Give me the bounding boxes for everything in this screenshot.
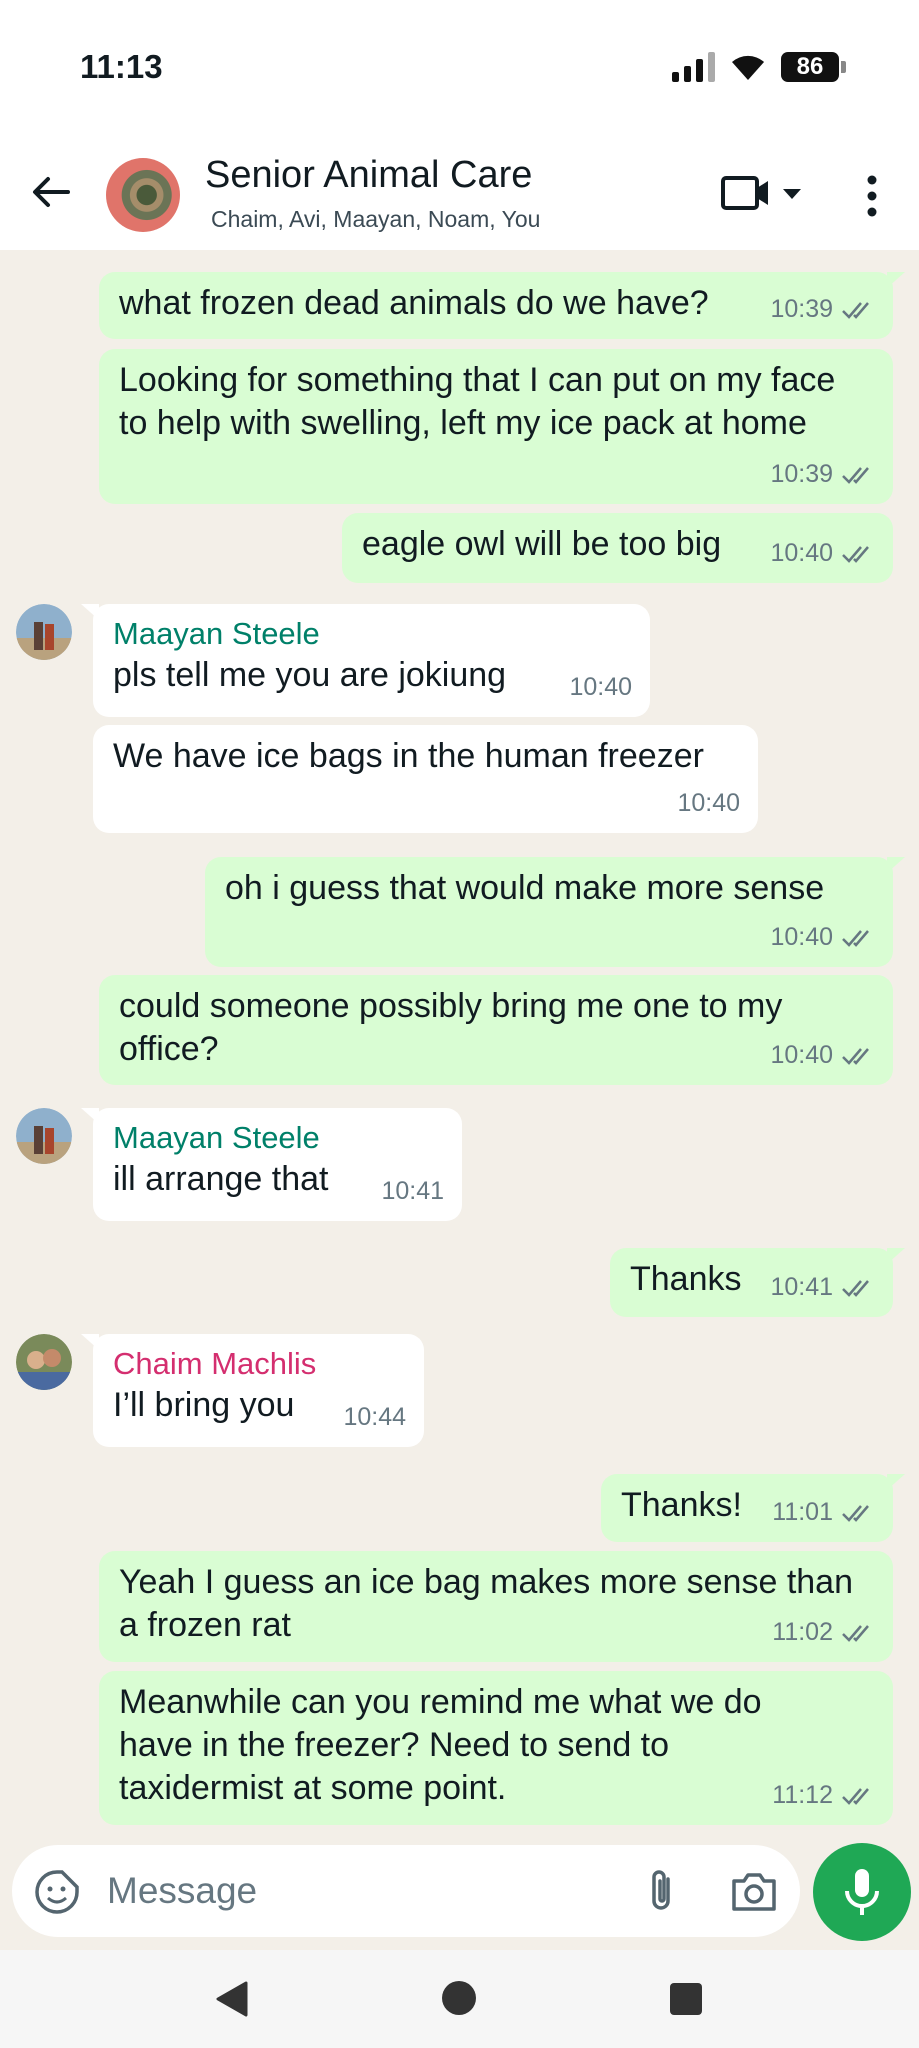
message-text: oh i guess that would make more sense (225, 869, 825, 907)
message-time: 10:44 (343, 1403, 406, 1431)
sender-avatar[interactable] (16, 1108, 72, 1164)
message-input[interactable] (107, 1863, 607, 1919)
message-time: 10:41 (381, 1177, 444, 1205)
message-composer (12, 1845, 800, 1937)
message-meta: 10:39 (770, 453, 875, 496)
read-ticks-icon (842, 301, 869, 319)
mic-icon (845, 1869, 879, 1915)
read-ticks-icon (842, 1279, 869, 1297)
message-outgoing[interactable]: Looking for something that I can put on … (99, 349, 893, 504)
message-time: 10:40 (770, 923, 833, 951)
read-ticks-icon (842, 466, 869, 484)
camera-icon[interactable] (730, 1869, 778, 1913)
video-call-icon[interactable] (720, 174, 806, 214)
message-text: Meanwhile can you remind me what we do h… (119, 1683, 762, 1807)
message-meta: 10:40 (569, 666, 632, 709)
message-time: 11:01 (772, 1498, 833, 1526)
message-outgoing[interactable]: Meanwhile can you remind me what we do h… (99, 1671, 893, 1825)
message-text: Looking for something that I can put on … (119, 361, 836, 442)
message-time: 10:40 (770, 539, 833, 567)
message-time: 10:39 (770, 295, 833, 323)
chat-header: Senior Animal Care Chaim, Avi, Maayan, N… (0, 140, 919, 250)
group-avatar[interactable] (106, 158, 180, 232)
back-arrow-icon[interactable] (28, 170, 72, 214)
message-outgoing[interactable]: eagle owl will be too big 10:40 (342, 513, 893, 583)
chat-title[interactable]: Senior Animal Care (205, 154, 532, 197)
read-ticks-icon (842, 1047, 869, 1065)
message-time: 11:12 (772, 1781, 833, 1809)
signal-icon (672, 52, 715, 82)
read-ticks-icon (842, 1504, 869, 1522)
message-incoming[interactable]: Maayan Steele ill arrange that 10:41 (81, 1108, 462, 1221)
message-time: 10:41 (770, 1273, 833, 1301)
message-incoming[interactable]: We have ice bags in the human freezer 10… (93, 725, 758, 833)
message-meta: 10:40 (770, 916, 875, 959)
message-outgoing[interactable]: oh i guess that would make more sense 10… (205, 857, 905, 967)
message-outgoing[interactable]: what frozen dead animals do we have? 10:… (99, 272, 905, 339)
message-time: 10:40 (677, 789, 740, 817)
attach-icon[interactable] (642, 1867, 682, 1915)
nav-back-icon[interactable] (214, 1980, 250, 2018)
message-meta: 11:12 (772, 1774, 875, 1817)
message-meta: 10:40 (770, 1034, 875, 1077)
message-outgoing[interactable]: Thanks 10:41 (610, 1248, 905, 1317)
message-meta: 10:40 (677, 782, 740, 825)
battery-icon: 86 (781, 52, 846, 82)
message-meta: 10:40 (770, 532, 875, 575)
message-meta: 11:02 (772, 1611, 875, 1654)
message-outgoing[interactable]: Yeah I guess an ice bag makes more sense… (99, 1551, 893, 1662)
read-ticks-icon (842, 1787, 869, 1805)
sender-avatar[interactable] (16, 1334, 72, 1390)
sender-name[interactable]: Maayan Steele (113, 1118, 442, 1158)
message-text: what frozen dead animals do we have? (119, 284, 709, 322)
message-time: 11:02 (772, 1618, 833, 1646)
message-meta: 10:39 (770, 288, 875, 331)
sticker-icon[interactable] (34, 1869, 80, 1915)
nav-recents-icon[interactable] (669, 1982, 703, 2016)
message-text: Yeah I guess an ice bag makes more sense… (119, 1563, 853, 1644)
message-text: could someone possibly bring me one to m… (119, 987, 783, 1068)
read-ticks-icon (842, 545, 869, 563)
wifi-icon (732, 55, 764, 80)
message-incoming[interactable]: Chaim Machlis I’ll bring you 10:44 (81, 1334, 424, 1447)
message-time: 10:40 (770, 1041, 833, 1069)
battery-level: 86 (796, 53, 824, 80)
status-bar: 11:13 86 (0, 0, 919, 140)
sender-avatar[interactable] (16, 604, 72, 660)
message-incoming[interactable]: Maayan Steele pls tell me you are jokiun… (81, 604, 650, 717)
message-meta: 10:44 (343, 1396, 406, 1439)
read-ticks-icon (842, 1624, 869, 1642)
status-time: 11:13 (80, 48, 163, 85)
message-meta: 10:41 (770, 1266, 875, 1309)
read-ticks-icon (842, 929, 869, 947)
message-time: 10:39 (770, 460, 833, 488)
message-text: pls tell me you are jokiung (113, 656, 507, 694)
dropdown-caret-icon (783, 189, 801, 199)
chat-members[interactable]: Chaim, Avi, Maayan, Noam, You (211, 206, 540, 233)
more-options-icon[interactable] (860, 174, 884, 218)
message-time: 10:40 (569, 673, 632, 701)
message-outgoing[interactable]: Thanks! 11:01 (601, 1474, 905, 1542)
mic-button[interactable] (813, 1843, 911, 1941)
nav-home-icon[interactable] (441, 1980, 477, 2016)
sender-name[interactable]: Maayan Steele (113, 614, 630, 654)
message-outgoing[interactable]: could someone possibly bring me one to m… (99, 975, 893, 1085)
status-icons: 86 (672, 52, 846, 82)
message-meta: 11:01 (772, 1491, 875, 1534)
message-meta: 10:41 (381, 1170, 444, 1213)
sender-name[interactable]: Chaim Machlis (113, 1344, 404, 1384)
system-nav-bar (0, 1950, 919, 2048)
message-text: We have ice bags in the human freezer (113, 737, 704, 775)
